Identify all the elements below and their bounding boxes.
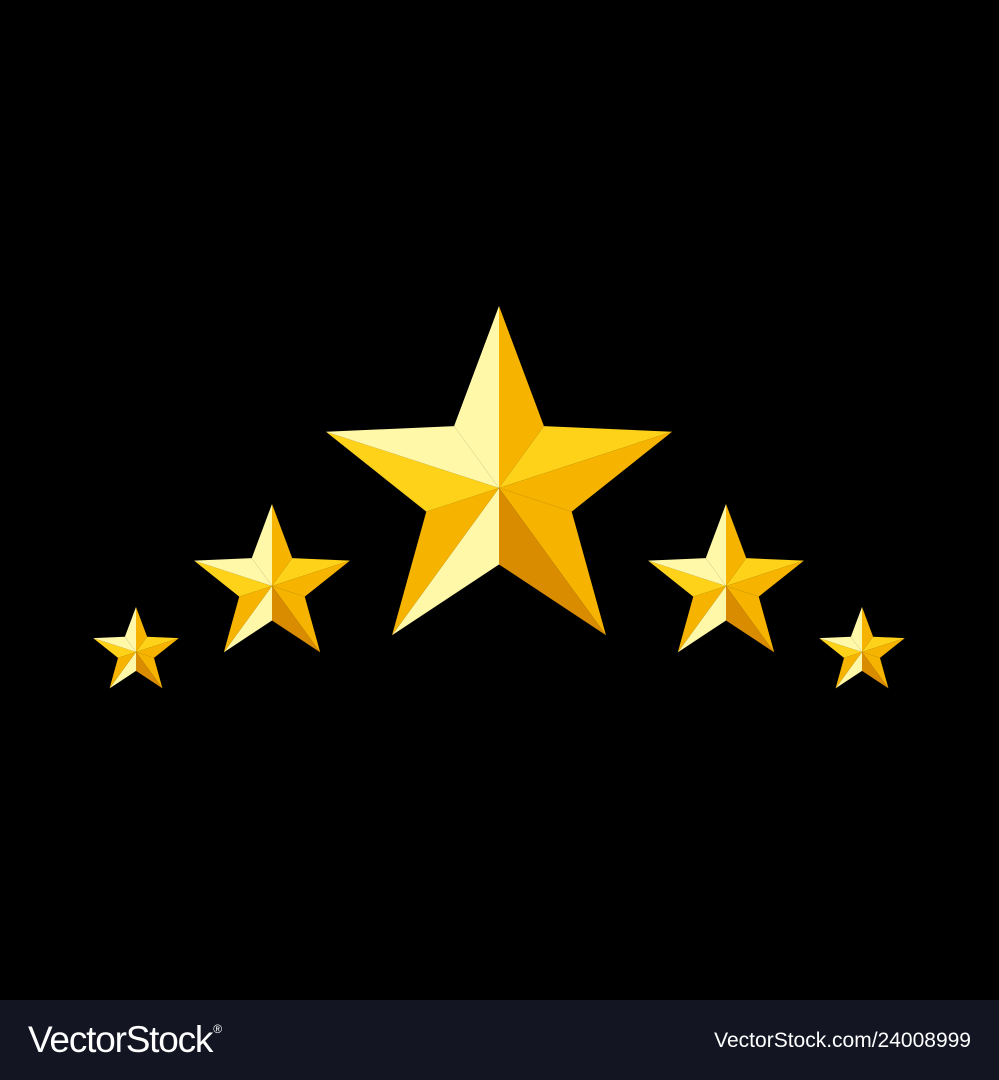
stars-illustration xyxy=(0,0,999,1000)
vectorstock-logo: VectorStock® xyxy=(28,1018,222,1062)
brand-name: VectorStock xyxy=(28,1019,213,1060)
registered-mark: ® xyxy=(213,1022,222,1036)
image-id-label: VectorStock.com/24008999 xyxy=(714,1029,971,1052)
watermark-footer: VectorStock® VectorStock.com/24008999 xyxy=(0,1000,999,1080)
